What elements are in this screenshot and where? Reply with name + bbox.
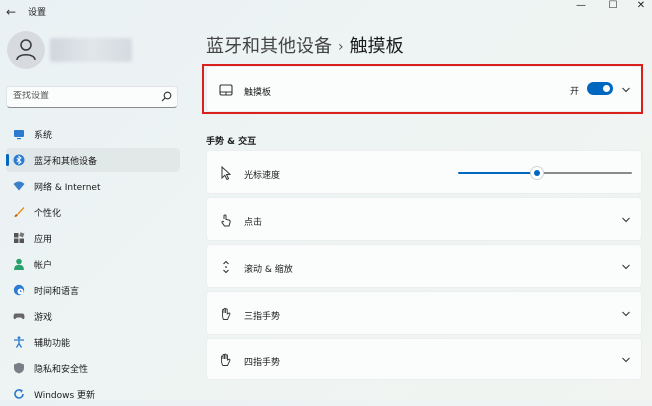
sidebar-item-network[interactable]: 网络 & Internet <box>6 174 180 198</box>
sidebar-item-label: 隐私和安全性 <box>34 365 89 375</box>
person-icon <box>14 258 24 270</box>
cursor-speed-slider[interactable] <box>458 166 632 180</box>
sidebar-item-apps[interactable]: 应用 <box>6 226 180 250</box>
chevron-down-icon[interactable] <box>621 310 631 318</box>
three-finger-label: 三指手势 <box>244 312 281 322</box>
red-highlight-box <box>202 64 643 114</box>
close-button[interactable]: ✕ <box>626 0 652 14</box>
breadcrumb-parent[interactable]: 蓝牙和其他设备 <box>206 36 332 57</box>
sidebar-item-label: 帐户 <box>34 261 53 271</box>
four-finger-hand-icon <box>221 353 231 366</box>
three-finger-gestures-card[interactable]: 三指手势 <box>206 291 642 335</box>
apps-icon <box>14 232 25 243</box>
monitor-icon <box>14 130 24 140</box>
maximize-button[interactable]: ☐ <box>598 0 628 14</box>
sidebar-item-privacy-security[interactable]: 隐私和安全性 <box>6 356 180 380</box>
three-finger-hand-icon <box>222 307 231 320</box>
slider-track <box>543 172 632 174</box>
tap-label: 点击 <box>244 218 263 228</box>
search-input[interactable] <box>13 91 153 101</box>
sidebar-item-gaming[interactable]: 游戏 <box>6 304 180 328</box>
scroll-zoom-label: 滚动 & 缩放 <box>244 265 293 275</box>
gamepad-icon <box>13 313 25 320</box>
sidebar-item-personalization[interactable]: 个性化 <box>6 200 180 224</box>
sidebar-item-label: 个性化 <box>34 209 62 219</box>
chevron-down-icon[interactable] <box>621 216 631 224</box>
cursor-arrow-icon <box>221 166 232 180</box>
four-finger-gestures-card[interactable]: 四指手势 <box>206 338 642 380</box>
accessibility-icon <box>14 336 24 348</box>
chevron-down-icon[interactable] <box>621 263 631 271</box>
title-bar: ← 设置 — ☐ ✕ <box>0 0 652 24</box>
active-indicator <box>6 154 9 166</box>
back-arrow-icon[interactable]: ← <box>6 5 20 19</box>
sidebar-item-bluetooth-devices[interactable]: 蓝牙和其他设备 <box>6 148 180 172</box>
cursor-speed-label: 光标速度 <box>244 171 281 181</box>
sidebar-item-accessibility[interactable]: 辅助功能 <box>6 330 180 354</box>
user-name-blurred <box>50 38 132 62</box>
brush-icon <box>14 207 25 217</box>
minimize-button[interactable]: — <box>566 0 596 14</box>
shield-icon <box>14 362 24 374</box>
sidebar-item-label: 应用 <box>34 235 53 245</box>
page-title: 触摸板 <box>349 36 404 57</box>
sidebar-item-label: 网络 & Internet <box>34 183 101 193</box>
avatar[interactable] <box>7 31 45 69</box>
slider-thumb[interactable] <box>531 167 543 179</box>
sidebar-item-label: 蓝牙和其他设备 <box>34 157 98 167</box>
app-title: 设置 <box>28 8 47 18</box>
tap-icon <box>221 214 231 227</box>
sidebar-item-label: 辅助功能 <box>34 339 71 349</box>
sidebar-item-label: 系统 <box>34 131 53 141</box>
four-finger-label: 四指手势 <box>244 358 281 368</box>
search-icon[interactable] <box>161 91 172 102</box>
sidebar-item-label: 游戏 <box>34 313 53 323</box>
scroll-icon <box>223 260 229 274</box>
sidebar-item-time-language[interactable]: 时间和语言 <box>6 278 180 302</box>
globe-clock-icon <box>13 284 25 296</box>
person-icon <box>16 39 36 61</box>
section-title: 手势 & 交互 <box>206 137 257 147</box>
sidebar-item-system[interactable]: 系统 <box>6 122 180 146</box>
slider-fill <box>458 172 533 174</box>
sidebar-item-label: Windows 更新 <box>34 391 96 401</box>
chevron-down-icon[interactable] <box>621 356 631 364</box>
sidebar-item-windows-update[interactable]: Windows 更新 <box>6 382 180 406</box>
breadcrumb: 蓝牙和其他设备 › 触摸板 <box>206 32 404 58</box>
scroll-zoom-card[interactable]: 滚动 & 缩放 <box>206 244 642 288</box>
wifi-icon <box>13 181 25 191</box>
sidebar-item-label: 时间和语言 <box>34 287 80 297</box>
search-box[interactable] <box>6 86 178 108</box>
tap-card[interactable]: 点击 <box>206 197 642 241</box>
breadcrumb-separator: › <box>338 39 344 55</box>
bluetooth-icon <box>13 154 25 166</box>
sidebar-item-accounts[interactable]: 帐户 <box>6 252 180 276</box>
update-icon <box>14 389 24 399</box>
